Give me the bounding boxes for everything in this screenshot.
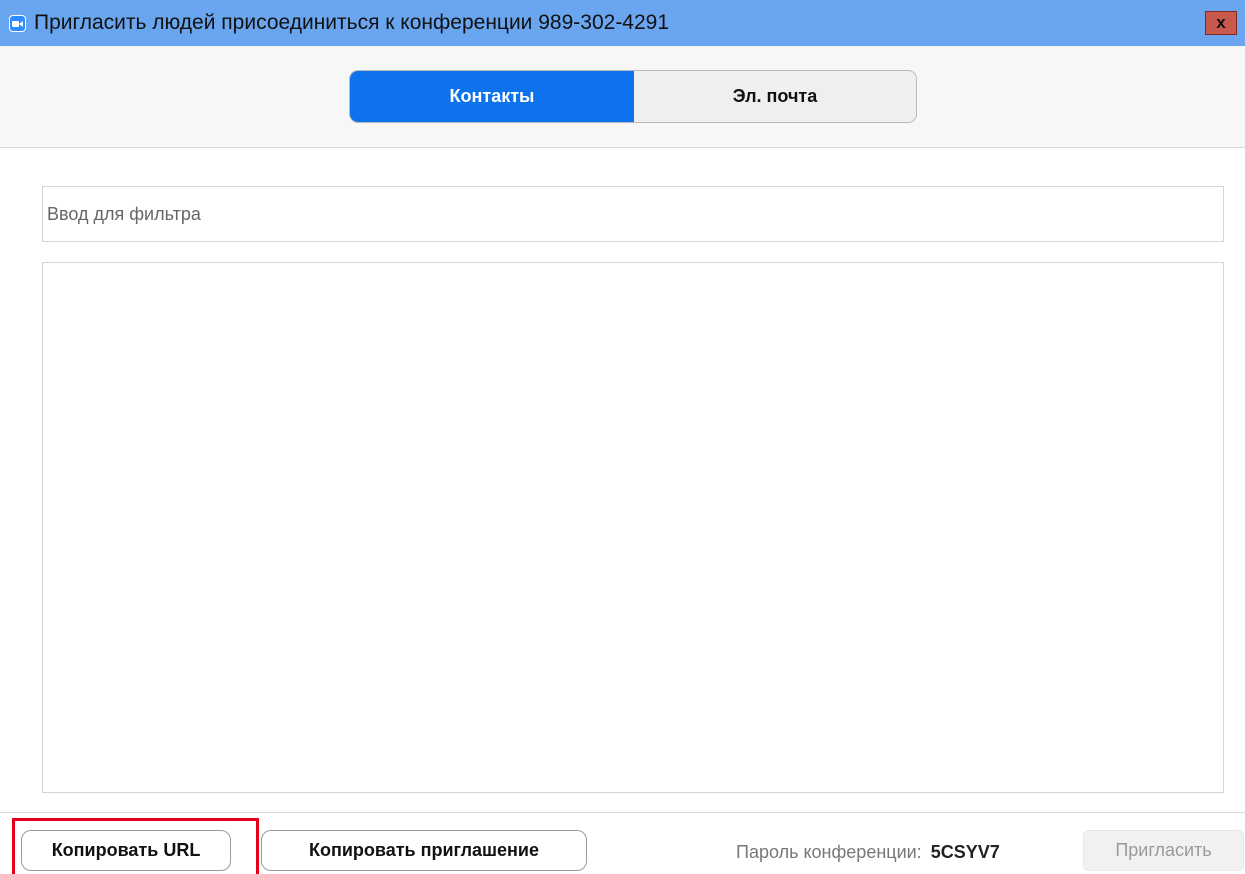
title-bar: Пригласить людей присоединиться к конфер… [0,0,1245,46]
tab-email[interactable]: Эл. почта [634,71,916,122]
camera-icon [9,15,26,32]
invite-dialog: Пригласить людей присоединиться к конфер… [0,0,1245,874]
copy-invitation-button[interactable]: Копировать приглашение [261,830,587,871]
invite-label: Пригласить [1115,840,1212,860]
close-button[interactable]: x [1205,11,1237,35]
copy-invitation-label: Копировать приглашение [308,840,540,860]
tab-header: Контакты Эл. почта [0,46,1245,148]
tab-switcher: Контакты Эл. почта [349,70,917,123]
copy-url-label: Копировать URL [51,840,201,860]
contacts-list[interactable] [42,262,1224,793]
footer-divider [0,812,1245,813]
tab-contacts-label: Контакты [449,86,535,106]
active-tab-pointer [480,74,500,84]
tab-email-label: Эл. почта [732,86,818,106]
filter-input[interactable] [42,186,1224,242]
close-icon: x [1216,13,1226,32]
password-value: 5CSYV7 [930,842,1000,862]
copy-url-button[interactable]: Копировать URL [21,830,231,871]
meeting-password: Пароль конференции: 5CSYV7 [736,842,1000,863]
password-label: Пароль конференции: [736,842,922,862]
invite-button[interactable]: Пригласить [1083,830,1244,871]
window-title: Пригласить людей присоединиться к конфер… [34,11,670,34]
